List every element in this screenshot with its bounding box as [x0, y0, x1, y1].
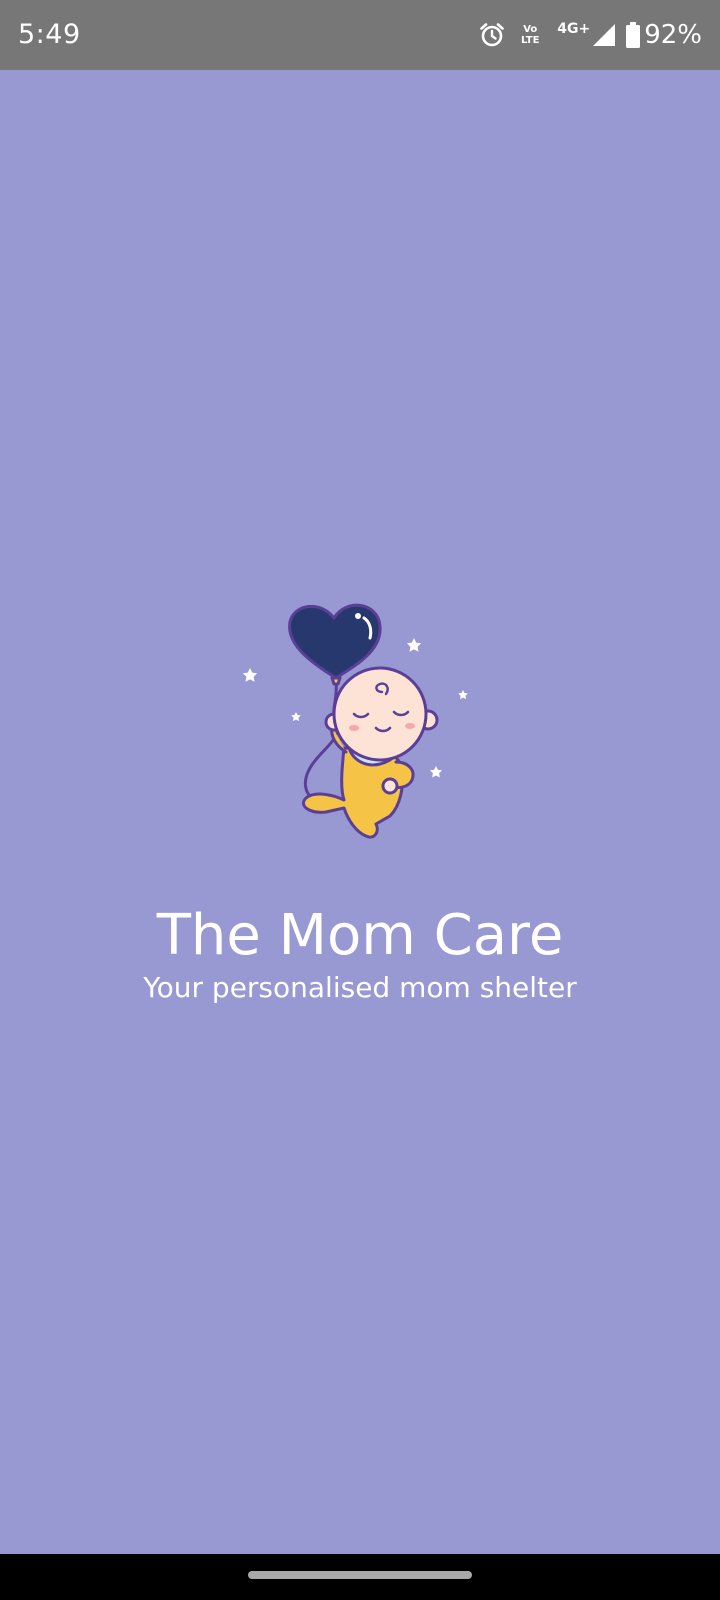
app-title: The Mom Care: [156, 903, 564, 968]
home-gesture-handle[interactable]: [248, 1571, 472, 1579]
volte-label-bottom: LTE: [521, 35, 540, 46]
signal-icon: [593, 24, 616, 46]
navigation-bar: [0, 1554, 720, 1600]
splash-content: The Mom Care Your personalised mom shelt…: [0, 600, 720, 1006]
star-icon: [406, 638, 422, 652]
star-icon: [291, 712, 301, 722]
status-bar: 5:49 Vo LTE 4G+ 92%: [0, 0, 720, 70]
star-icon: [458, 690, 468, 700]
status-icons: Vo LTE 4G+ 92%: [479, 20, 702, 50]
status-time: 5:49: [18, 19, 81, 50]
star-icon: [242, 668, 258, 682]
battery-percent: 92%: [644, 20, 702, 50]
splash-screen: 5:49 Vo LTE 4G+ 92% The Mom Care Your pe…: [0, 0, 720, 1600]
network-type: 4G+: [557, 21, 591, 37]
heart-balloon: [288, 603, 382, 680]
star-icon: [429, 766, 443, 778]
volte-icon: Vo LTE: [517, 24, 543, 46]
alarm-icon: [480, 23, 505, 47]
battery-icon: [626, 22, 641, 48]
volte-label-top: Vo: [523, 24, 538, 35]
baby-head: [332, 666, 428, 762]
baby-balloon-illustration: [242, 603, 468, 839]
app-tagline: Your personalised mom shelter: [143, 971, 577, 1004]
